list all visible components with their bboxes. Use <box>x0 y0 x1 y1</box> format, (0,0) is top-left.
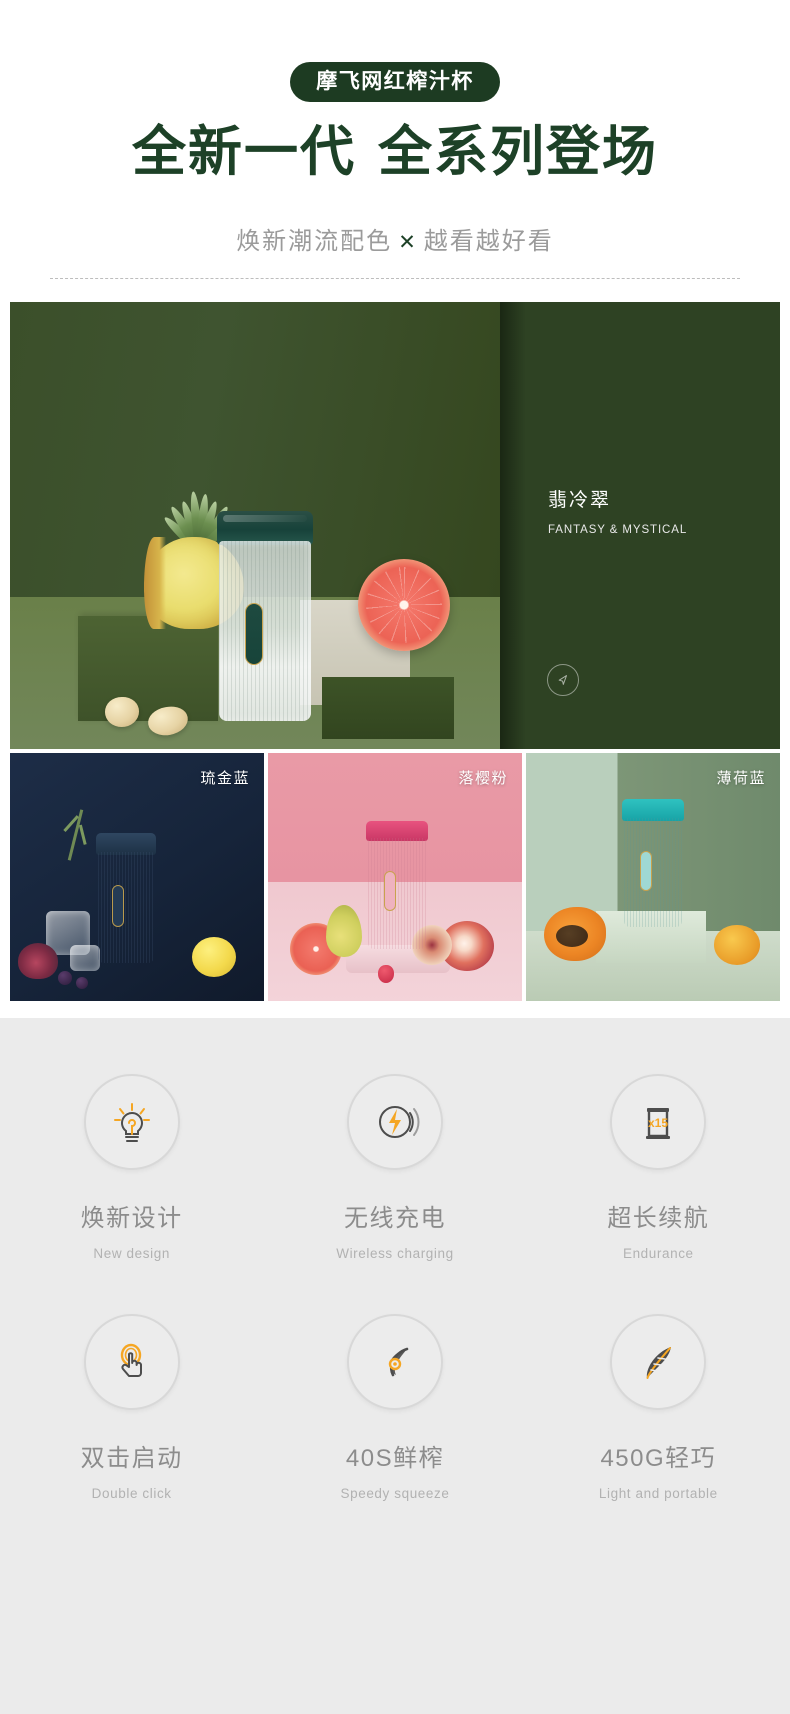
x-separator-icon: ✕ <box>398 230 418 254</box>
cup-brand-label <box>112 884 124 927</box>
header-divider <box>50 277 740 279</box>
hero-banner[interactable]: 翡冷翠 FANTASY & MYSTICAL <box>10 301 780 749</box>
blade-icon <box>346 1314 443 1410</box>
feature-subtitle: Double click <box>91 1486 172 1501</box>
product-gallery: 翡冷翠 FANTASY & MYSTICAL 琉金蓝 落樱粉 薄荷蓝 <box>0 301 790 1001</box>
papaya-seeds-prop <box>556 924 588 947</box>
lightning-bolt-icon <box>346 1074 443 1170</box>
cup-lid <box>217 510 313 545</box>
pear-prop <box>326 904 362 957</box>
feature-grid: 焕新设计 New design 无线充电 Wireless charging x… <box>0 1018 790 1714</box>
thumbnail-luoying-pink[interactable]: 落樱粉 <box>268 752 522 1001</box>
feature-title: 无线充电 <box>343 1205 446 1232</box>
feature-subtitle: New design <box>93 1246 170 1261</box>
feature-title: 双击启动 <box>80 1445 183 1472</box>
cup-body <box>624 817 682 927</box>
cup-brand-label <box>245 602 263 665</box>
berry-prop <box>76 976 88 989</box>
feature-subtitle: Light and portable <box>598 1486 718 1501</box>
thumbnail-label: 薄荷蓝 <box>716 769 766 787</box>
hero-product-photo <box>10 301 500 749</box>
subtitle-left: 焕新潮流配色 <box>236 227 393 255</box>
physalis-husk-prop <box>105 696 139 727</box>
thumbnail-bohe-mint[interactable]: 薄荷蓝 <box>526 752 780 1001</box>
cup-body <box>368 837 426 949</box>
fig-prop <box>18 942 58 979</box>
grapefruit-prop <box>358 558 450 651</box>
blender-cup-jade <box>215 510 315 721</box>
feature-wireless-charging: 无线充电 Wireless charging <box>263 1074 526 1261</box>
feature-row-1: 焕新设计 New design 无线充电 Wireless charging x… <box>0 1074 790 1261</box>
feature-row-2: 双击启动 Double click 40S鲜榨 Speedy squeeze 4… <box>0 1314 790 1501</box>
page-title: 全新一代 全系列登场 <box>0 124 790 181</box>
feature-title: 450G轻巧 <box>600 1445 717 1472</box>
hero-color-name-en: FANTASY & MYSTICAL <box>548 523 688 536</box>
strawberry-prop <box>378 964 394 983</box>
cup-brand-label <box>384 870 396 911</box>
feature-endurance: x15 超长续航 Endurance <box>527 1074 790 1261</box>
mango-prop <box>714 924 760 965</box>
blender-cup-navy <box>94 832 158 963</box>
thumbnail-label: 落樱粉 <box>458 769 508 787</box>
pineapple-rind <box>144 536 166 629</box>
feature-title: 超长续航 <box>607 1205 710 1232</box>
title-part-1: 全新一代 <box>132 122 356 183</box>
feature-title: 40S鲜榨 <box>345 1445 445 1472</box>
photo-prop-block-right <box>322 676 454 739</box>
lemon-prop <box>192 936 236 977</box>
svg-text:x15: x15 <box>648 1116 668 1130</box>
blender-cup-mint <box>620 798 686 927</box>
page-header: 摩飞网红榨汁杯 全新一代 全系列登场 焕新潮流配色 ✕ 越看越好看 <box>0 0 790 279</box>
blender-cup-pink <box>364 820 430 949</box>
title-part-2: 全系列登场 <box>378 122 658 183</box>
cup-ribbed-texture <box>219 540 311 721</box>
tap-hand-icon <box>83 1314 180 1410</box>
product-badge: 摩飞网红榨汁杯 <box>290 62 500 103</box>
hero-color-name-cn: 翡冷翠 <box>548 489 612 511</box>
prev-arrow-icon[interactable] <box>547 663 579 696</box>
feature-new-design: 焕新设计 New design <box>0 1074 263 1261</box>
cup-brand-label <box>640 850 652 891</box>
cup-body <box>98 851 154 963</box>
lightbulb-icon <box>83 1074 180 1170</box>
cup-x15-icon: x15 <box>610 1074 707 1170</box>
feature-subtitle: Speedy squeeze <box>340 1486 450 1501</box>
feature-double-click: 双击启动 Double click <box>0 1314 263 1501</box>
subtitle-right: 越看越好看 <box>423 227 554 255</box>
feather-icon <box>610 1314 707 1410</box>
berry-prop <box>58 970 72 985</box>
rosemary-prop <box>67 809 84 861</box>
feature-subtitle: Endurance <box>622 1246 694 1261</box>
thumbnail-liujin-blue[interactable]: 琉金蓝 <box>10 752 264 1001</box>
feature-subtitle: Wireless charging <box>336 1246 454 1261</box>
color-thumbnail-row: 琉金蓝 落樱粉 薄荷蓝 <box>10 752 780 1001</box>
feature-title: 焕新设计 <box>80 1205 183 1232</box>
thumbnail-label: 琉金蓝 <box>200 769 250 787</box>
hero-caption-panel: 翡冷翠 FANTASY & MYSTICAL <box>500 301 780 749</box>
photo-prop-block-left <box>78 615 218 721</box>
feature-light-portable: 450G轻巧 Light and portable <box>527 1314 790 1501</box>
page-subtitle: 焕新潮流配色 ✕ 越看越好看 <box>0 221 790 256</box>
feature-speedy-squeeze: 40S鲜榨 Speedy squeeze <box>263 1314 526 1501</box>
